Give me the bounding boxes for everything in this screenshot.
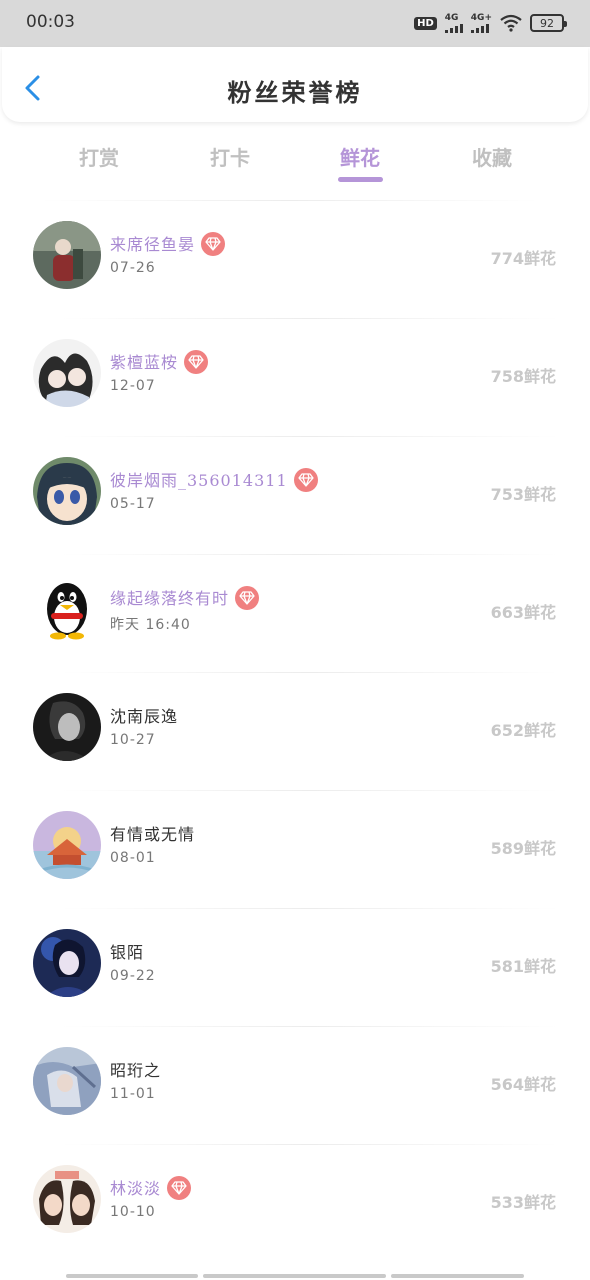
scroll-indicator <box>0 1274 590 1280</box>
status-icons: HD 4G 4G+ 92 <box>414 12 567 34</box>
avatar <box>33 457 101 525</box>
flower-count: 758鲜花 <box>490 367 556 386</box>
tab-flowers[interactable]: 鲜花 <box>340 142 380 171</box>
fan-name: 缘起缘落终有时 <box>110 585 260 612</box>
fan-date: 10-27 <box>110 732 156 748</box>
list-item[interactable]: 林淡淡 10-10 533鲜花 <box>0 1145 590 1263</box>
battery-icon: 92 <box>530 14 567 32</box>
tab-bar: 打赏 打卡 鲜花 收藏 <box>0 130 590 190</box>
tab-checkin[interactable]: 打卡 <box>210 142 250 171</box>
list-item[interactable]: 银陌 09-22 581鲜花 <box>0 909 590 1027</box>
list-item[interactable]: 紫檀蓝桉 12-07 758鲜花 <box>0 319 590 437</box>
diamond-badge-icon <box>167 1175 192 1200</box>
wifi-icon <box>500 14 522 32</box>
fan-name: 有情或无情 <box>110 825 196 844</box>
fan-date: 10-10 <box>110 1204 156 1220</box>
avatar <box>33 1047 101 1115</box>
tab-active-indicator <box>338 177 383 182</box>
flower-count: 774鲜花 <box>490 249 556 268</box>
list-item[interactable]: 缘起缘落终有时 昨天 16:40 663鲜花 <box>0 555 590 673</box>
fan-name: 紫檀蓝桉 <box>110 349 209 376</box>
fan-name: 来席径鱼晏 <box>110 231 226 258</box>
diamond-badge-icon <box>235 585 260 610</box>
list-item[interactable]: 有情或无情 08-01 589鲜花 <box>0 791 590 909</box>
fan-date: 07-26 <box>110 260 156 276</box>
battery-level: 92 <box>540 16 554 30</box>
fan-list: 来席径鱼晏 07-26 774鲜花 紫檀蓝桉 12-07 758鲜花 彼岸烟雨_… <box>0 201 590 1263</box>
status-bar: 00:03 HD 4G 4G+ 92 <box>0 0 590 47</box>
indicator-bar <box>66 1274 198 1278</box>
avatar <box>33 811 101 879</box>
fan-name: 彼岸烟雨_356014311 <box>110 467 318 494</box>
signal-icon-sim1: 4G <box>444 13 463 33</box>
status-time: 00:03 <box>26 12 75 32</box>
fan-name: 昭珩之 <box>110 1061 162 1080</box>
avatar <box>33 1165 101 1233</box>
avatar <box>33 339 101 407</box>
flower-count: 533鲜花 <box>490 1193 556 1212</box>
diamond-badge-icon <box>293 467 318 492</box>
list-item[interactable]: 沈南辰逸 10-27 652鲜花 <box>0 673 590 791</box>
indicator-bar <box>203 1274 386 1278</box>
list-item[interactable]: 彼岸烟雨_356014311 05-17 753鲜花 <box>0 437 590 555</box>
fan-date: 12-07 <box>110 378 156 394</box>
header: 粉丝荣誉榜 <box>2 47 588 122</box>
fan-date: 08-01 <box>110 850 156 866</box>
fan-name: 林淡淡 <box>110 1175 192 1202</box>
flower-count: 652鲜花 <box>490 721 556 740</box>
fan-date: 05-17 <box>110 496 156 512</box>
tab-reward[interactable]: 打赏 <box>79 142 119 171</box>
diamond-badge-icon <box>201 231 226 256</box>
tab-favorites[interactable]: 收藏 <box>472 142 512 171</box>
indicator-bar <box>391 1274 524 1278</box>
avatar <box>33 221 101 289</box>
flower-count: 564鲜花 <box>490 1075 556 1094</box>
signal-icon-sim2: 4G+ <box>470 13 492 33</box>
flower-count: 663鲜花 <box>490 603 556 622</box>
page-title: 粉丝荣誉榜 <box>227 78 363 107</box>
flower-count: 753鲜花 <box>490 485 556 504</box>
fan-date: 昨天 16:40 <box>110 617 191 633</box>
fan-name: 银陌 <box>110 943 145 962</box>
avatar <box>33 693 101 761</box>
fan-date: 09-22 <box>110 968 156 984</box>
list-item[interactable]: 昭珩之 11-01 564鲜花 <box>0 1027 590 1145</box>
avatar <box>33 575 101 643</box>
fan-name: 沈南辰逸 <box>110 707 179 726</box>
hd-icon: HD <box>414 16 437 30</box>
flower-count: 589鲜花 <box>490 839 556 858</box>
list-item[interactable]: 来席径鱼晏 07-26 774鲜花 <box>0 201 590 319</box>
fan-date: 11-01 <box>110 1086 156 1102</box>
flower-count: 581鲜花 <box>490 957 556 976</box>
avatar <box>33 929 101 997</box>
diamond-badge-icon <box>184 349 209 374</box>
